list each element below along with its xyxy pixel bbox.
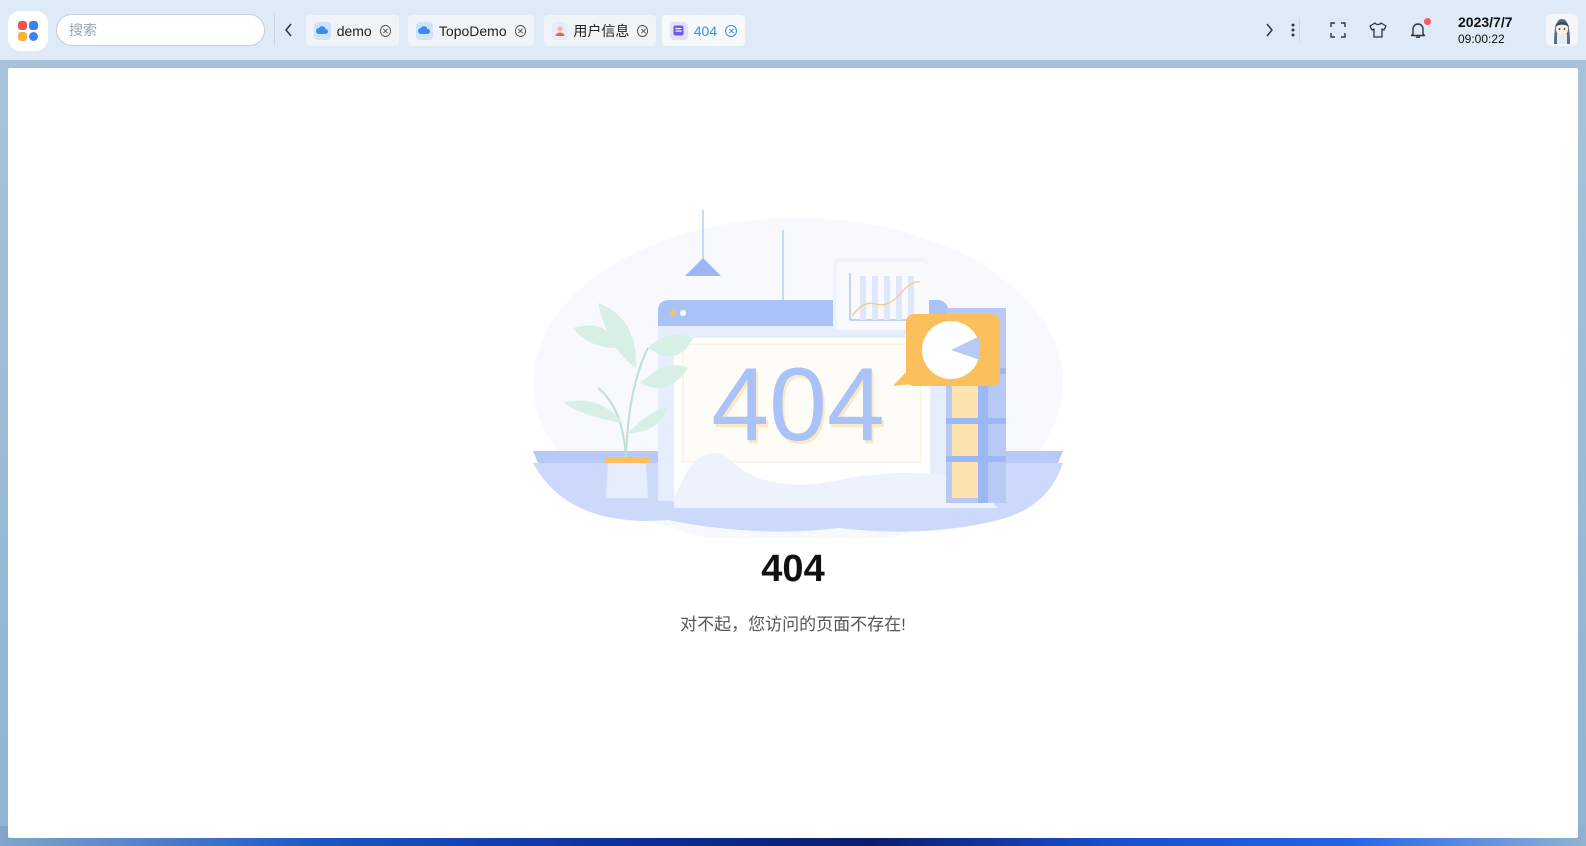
fullscreen-button[interactable]: [1328, 20, 1348, 40]
tab-user-info[interactable]: 用户信息: [544, 15, 656, 46]
tab-label: TopoDemo: [438, 22, 507, 39]
cloud-icon: [416, 21, 433, 40]
error-code-title: 404: [761, 548, 825, 590]
not-found-illustration: 404 404: [533, 210, 1063, 538]
tabs-more-button[interactable]: [1286, 18, 1300, 42]
app-launcher-button[interactable]: [8, 11, 48, 51]
search-input[interactable]: [56, 14, 265, 46]
tab-label: 用户信息: [573, 22, 630, 39]
tab-label: 404: [693, 22, 718, 39]
avatar[interactable]: [1546, 14, 1578, 46]
main-content: 404 404 404 对不起，您访问的页面不存在!: [8, 68, 1578, 838]
notification-badge: [1424, 18, 1431, 25]
tabs-scroll-left-button[interactable]: [274, 14, 302, 46]
tab-404[interactable]: 404: [662, 15, 745, 46]
theme-button[interactable]: [1368, 20, 1388, 40]
close-icon[interactable]: [514, 24, 526, 37]
clock: 2023/7/7 09:00:22: [1458, 13, 1513, 47]
close-icon[interactable]: [637, 24, 648, 37]
cloud-icon: [314, 21, 331, 40]
more-vertical-icon: [1291, 23, 1294, 37]
tab-topodemo[interactable]: TopoDemo: [408, 15, 534, 46]
chevron-left-icon: [284, 23, 292, 37]
clock-time: 09:00:22: [1458, 32, 1505, 46]
document-icon: [670, 21, 688, 40]
tabs-scroll-right-button[interactable]: [1262, 18, 1276, 42]
user-info-icon: [552, 21, 568, 40]
tab-label: demo: [336, 22, 372, 39]
error-message: 对不起，您访问的页面不存在!: [680, 615, 906, 634]
fullscreen-icon: [1330, 22, 1346, 38]
clock-date: 2023/7/7: [1458, 14, 1513, 30]
top-bar: demo TopoDemo 用户信息 404: [0, 0, 1586, 60]
illustration-404-text: 404: [711, 347, 885, 463]
chevron-right-icon: [1266, 23, 1273, 37]
bell-icon: [1410, 22, 1426, 38]
user-avatar-icon: [1546, 14, 1578, 46]
tab-demo[interactable]: demo: [306, 15, 399, 46]
close-icon[interactable]: [379, 24, 391, 37]
app-grid-icon: [18, 21, 38, 41]
close-icon[interactable]: [725, 24, 737, 37]
shirt-icon: [1369, 22, 1387, 38]
